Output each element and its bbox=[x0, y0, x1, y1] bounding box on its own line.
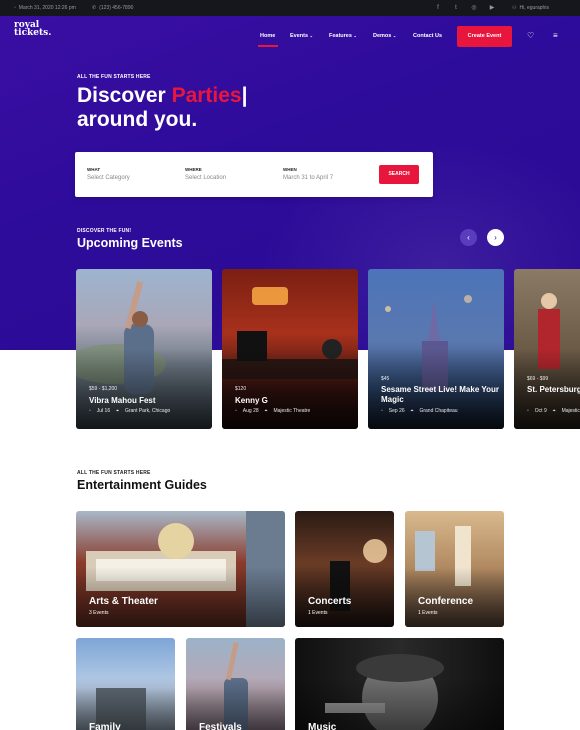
calendar-icon: ▫ bbox=[14, 5, 16, 11]
hero-title-part1: Discover bbox=[77, 84, 172, 107]
guide-card-family[interactable]: Family bbox=[76, 638, 175, 730]
event-date: Oct 9 bbox=[534, 408, 547, 414]
event-card[interactable]: $69 - $99 St. Petersburg Nutcracker ▫ Oc… bbox=[514, 269, 580, 429]
nav-contact[interactable]: Contact Us bbox=[413, 33, 442, 39]
event-meta: ▫ Sep 26 ⌖ Grand Chapiteau bbox=[381, 408, 458, 414]
event-date: Sep 26 bbox=[388, 408, 405, 414]
guide-title: Festivals bbox=[199, 722, 242, 730]
chevron-down-icon: ⌄ bbox=[353, 33, 357, 38]
chevron-down-icon: ⌄ bbox=[392, 33, 397, 38]
nav-demos[interactable]: Demos ⌄ bbox=[373, 33, 396, 39]
heart-icon[interactable]: ♡ bbox=[527, 31, 534, 40]
event-date: Jul 16 bbox=[96, 408, 111, 414]
event-title[interactable]: St. Petersburg Nutcracker bbox=[527, 385, 580, 395]
calendar-icon: ▫ bbox=[527, 408, 529, 414]
youtube-icon[interactable]: ▶ bbox=[488, 4, 496, 12]
top-utility-bar: ▫ March 31, 2020 12:26 pm ✆ (123) 456-78… bbox=[0, 0, 580, 16]
hero-title-accent: Parties bbox=[171, 84, 242, 107]
user-icon: ⚇ bbox=[512, 5, 517, 11]
upcoming-eyebrow: DISCOVER THE FUN! bbox=[77, 228, 132, 234]
hero-title: Discover Parties| around you. bbox=[77, 84, 248, 132]
phone-icon: ✆ bbox=[92, 5, 97, 11]
event-price: $69 - $99 bbox=[527, 376, 549, 382]
menu-icon[interactable]: ≡ bbox=[553, 31, 558, 40]
nav-features-label: Features bbox=[329, 33, 352, 39]
guide-title: Concerts bbox=[308, 596, 352, 607]
guide-count: 1 Events bbox=[308, 610, 328, 616]
event-meta: ▫ Jul 16 ⌖ Grant Park, Chicago bbox=[89, 408, 170, 414]
location-icon: ⌖ bbox=[116, 408, 119, 414]
location-icon: ⌖ bbox=[264, 408, 268, 414]
event-title[interactable]: Vibra Mahou Fest bbox=[89, 396, 207, 406]
calendar-icon: ▫ bbox=[89, 408, 91, 414]
datetime-text: March 31, 2020 12:26 pm bbox=[18, 5, 76, 11]
user-greeting[interactable]: ⚇ Hi, eguraphis bbox=[512, 5, 549, 11]
nav-features[interactable]: Features ⌄ bbox=[329, 33, 357, 39]
where-label: WHERE bbox=[185, 167, 202, 172]
guide-title: Family bbox=[89, 722, 121, 730]
upcoming-title: Upcoming Events bbox=[77, 236, 183, 250]
nav-demos-label: Demos bbox=[373, 33, 392, 39]
event-venue: Grant Park, Chicago bbox=[124, 408, 171, 414]
category-select[interactable]: Select Category bbox=[87, 175, 130, 181]
facebook-icon[interactable]: f bbox=[434, 4, 442, 12]
search-form: WHAT Select Category WHERE Select Locati… bbox=[75, 152, 433, 197]
event-card[interactable]: $59 - $1,200 Vibra Mahou Fest ▫ Jul 16 ⌖… bbox=[76, 269, 212, 429]
event-title[interactable]: Sesame Street Live! Make Your Magic bbox=[381, 385, 499, 405]
search-button[interactable]: SEARCH bbox=[379, 165, 419, 184]
nav-events[interactable]: Events ⌄ bbox=[290, 33, 313, 39]
logo-line-2: tickets. bbox=[14, 28, 52, 38]
calendar-icon: ▫ bbox=[235, 408, 237, 414]
event-venue: Majestic bbox=[561, 408, 580, 414]
guide-card-festivals[interactable]: Festivals bbox=[186, 638, 285, 730]
location-select[interactable]: Select Location bbox=[185, 175, 226, 181]
phone[interactable]: ✆ (123) 456-7890 bbox=[92, 5, 133, 11]
guides-eyebrow: ALL THE FUN STARTS HERE bbox=[77, 470, 151, 476]
event-price: $45 bbox=[381, 376, 390, 382]
event-card[interactable]: $120 Kenny G ▫ Aug 28 ⌖ Majestic Theatre bbox=[222, 269, 358, 429]
user-greeting-text: Hi, eguraphis bbox=[519, 5, 549, 11]
calendar-icon: ▫ bbox=[381, 408, 383, 414]
event-price: $59 - $1,200 bbox=[89, 386, 118, 392]
hero-eyebrow: ALL THE FUN STARTS HERE bbox=[77, 74, 151, 80]
nav-active-indicator bbox=[258, 45, 278, 47]
carousel-next-button[interactable]: › bbox=[487, 229, 504, 246]
nav-home[interactable]: Home bbox=[260, 33, 275, 39]
location-icon: ⌖ bbox=[552, 408, 556, 414]
guide-count: 3 Events bbox=[89, 610, 109, 616]
hero-title-cursor: | bbox=[241, 84, 248, 107]
when-label: WHEN bbox=[283, 167, 297, 172]
event-meta: ▫ Oct 9 ⌖ Majestic bbox=[527, 408, 580, 414]
what-label: WHAT bbox=[87, 167, 101, 172]
guide-card-concerts[interactable]: Concerts 1 Events bbox=[295, 511, 394, 627]
datetime: ▫ March 31, 2020 12:26 pm bbox=[14, 5, 76, 11]
date-range-input[interactable]: March 31 to April 7 bbox=[283, 175, 333, 181]
guide-card-arts-theater[interactable]: Arts & Theater 3 Events bbox=[76, 511, 285, 627]
event-venue: Majestic Theatre bbox=[273, 408, 311, 414]
event-date: Aug 28 bbox=[242, 408, 259, 414]
event-card[interactable]: $45 Sesame Street Live! Make Your Magic … bbox=[368, 269, 504, 429]
guide-card-music[interactable]: Music bbox=[295, 638, 504, 730]
guide-card-conference[interactable]: Conference 1 Events bbox=[405, 511, 504, 627]
hero-title-line2: around you. bbox=[77, 108, 198, 131]
event-title[interactable]: Kenny G bbox=[235, 396, 353, 406]
guides-title: Entertainment Guides bbox=[77, 478, 207, 492]
logo[interactable]: royal tickets. bbox=[14, 21, 52, 38]
nav-events-label: Events bbox=[290, 33, 309, 39]
event-meta: ▫ Aug 28 ⌖ Majestic Theatre bbox=[235, 408, 310, 414]
guide-count: 1 Events bbox=[418, 610, 438, 616]
carousel-prev-button[interactable]: ‹ bbox=[460, 229, 477, 246]
event-price: $120 bbox=[235, 386, 247, 392]
create-event-button[interactable]: Create Event bbox=[457, 26, 512, 47]
location-icon: ⌖ bbox=[410, 408, 414, 414]
page: ▫ March 31, 2020 12:26 pm ✆ (123) 456-78… bbox=[0, 0, 580, 730]
guide-title: Conference bbox=[418, 596, 474, 607]
event-venue: Grand Chapiteau bbox=[419, 408, 458, 414]
twitter-icon[interactable]: t bbox=[452, 4, 460, 12]
guide-title: Arts & Theater bbox=[89, 596, 158, 607]
guide-title: Music bbox=[308, 722, 337, 730]
instagram-icon[interactable]: ◎ bbox=[470, 4, 478, 12]
phone-text: (123) 456-7890 bbox=[99, 5, 134, 11]
chevron-down-icon: ⌄ bbox=[309, 33, 313, 38]
